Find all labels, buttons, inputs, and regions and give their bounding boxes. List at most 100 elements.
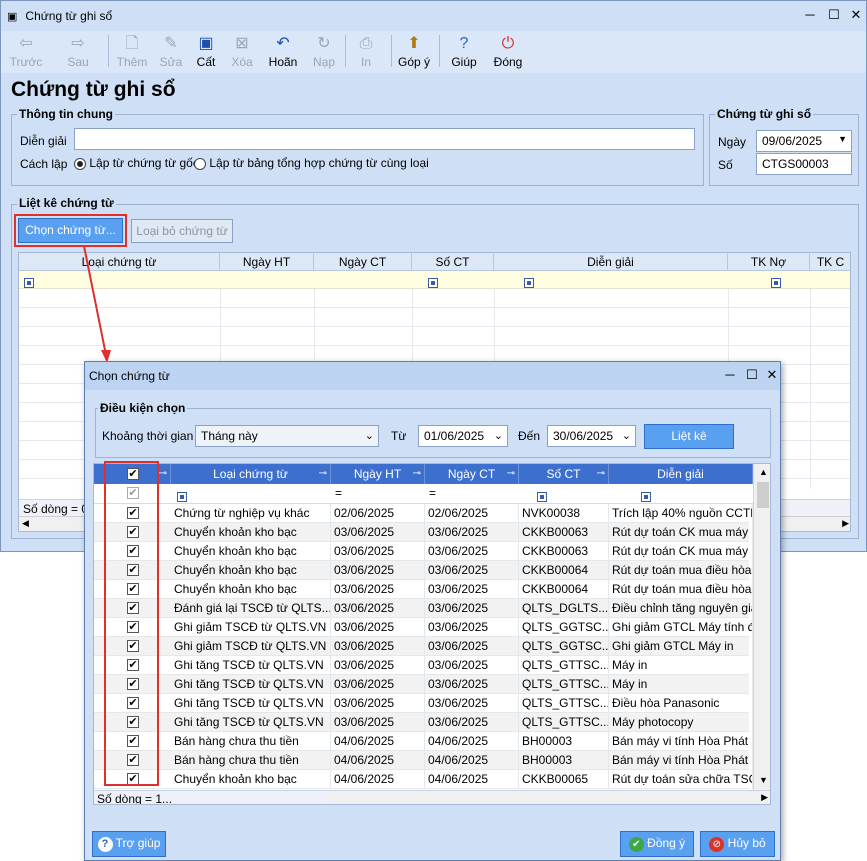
table-row[interactable]: ✔ Ghi giảm TSCĐ từ QLTS.VN 03/06/2025 03/06… [94,618,753,637]
cell-date_ht: 03/06/2025 [331,637,425,656]
cell-date_ht: 03/06/2025 [331,523,425,542]
close-icon[interactable]: ✕ [763,366,781,384]
list-button[interactable]: Liệt kê [644,424,734,449]
from-label: Từ [391,429,407,443]
dialog-title: Chọn chứng từ [89,369,170,383]
col-so-ct[interactable]: Số CT ⊸ [519,464,609,484]
cell-date_ht: 03/06/2025 [331,618,425,637]
table-row[interactable]: ✔ Đánh giá lại TSCĐ từ QLTS... 03/06/2025 0… [94,599,753,618]
scroll-up-icon[interactable]: ▲ [759,467,768,477]
help-button[interactable]: ? Trợ giúp [92,831,166,857]
cell-date_ht: 04/06/2025 [331,732,425,751]
cell-date_ct: 03/06/2025 [425,694,519,713]
cell-date_ct: 03/06/2025 [425,713,519,732]
table-row[interactable]: ✔ Chuyển khoản kho bạc 03/06/2025 03/06/202… [94,580,753,599]
dialog-filter-row[interactable]: ✔ = = [94,484,753,504]
from-date-picker[interactable]: 01/06/2025 ⌄ [418,425,508,447]
cancel-circle-icon: ⊘ [709,837,725,852]
filter-icon[interactable] [640,491,651,502]
cell-date_ht: 03/06/2025 [331,675,425,694]
cell-desc: Ghi giảm GTCL Máy tính để [609,618,753,637]
maximize-icon[interactable]: ☐ [743,366,761,384]
filter-icon[interactable] [177,491,187,502]
cell-no: QLTS_GGTSC... [519,618,609,637]
scroll-thumb[interactable] [757,482,769,508]
cell-date_ct: 02/06/2025 [425,504,519,523]
table-row[interactable]: ✔ Ghi tăng TSCĐ từ QLTS.VN 03/06/2025 03/06… [94,656,753,675]
cell-date_ht: 04/06/2025 [331,770,425,789]
dialog-h-scrollbar[interactable]: ▶ [330,790,770,804]
table-row[interactable]: ✔ Chuyển khoản kho bạc 03/06/2025 03/06/202… [94,542,753,561]
chevron-down-icon: ⌄ [493,430,503,442]
cell-type: Chuyển khoản kho bạc [171,523,331,542]
scroll-down-icon[interactable]: ▼ [759,775,768,785]
table-row[interactable]: ✔ Ghi giảm TSCĐ từ QLTS.VN 03/06/2025 03/06… [94,637,753,656]
table-row[interactable]: ✔ Ghi tăng TSCĐ từ QLTS.VN 03/06/2025 03/06… [94,713,753,732]
table-row[interactable]: ✔ Chứng từ nghiệp vụ khác 02/06/2025 02/06/… [94,504,753,523]
cell-type: Chuyển khoản kho bạc [171,561,331,580]
chevron-down-icon: ⌄ [364,430,374,442]
period-label: Khoảng thời gian [102,429,194,443]
period-select[interactable]: Tháng này ⌄ [195,425,379,447]
equals-icon: = [335,486,343,500]
pin-icon: ⊸ [596,468,605,479]
col-dien-giai[interactable]: Diễn giải [609,464,753,484]
cell-no: QLTS_GTTSC... [519,656,609,675]
scroll-right-icon[interactable]: ▶ [761,792,768,803]
cell-desc: Máy in [609,675,753,694]
cell-desc: Rút dự toán mua điều hòa [609,580,753,599]
filter-icon[interactable] [537,491,548,502]
cell-desc: Ghi giảm GTCL Máy in [609,637,753,656]
table-row[interactable]: ✔ Ghi tăng TSCĐ từ QLTS.VN 03/06/2025 03/06… [94,694,753,713]
ok-button[interactable]: ✔ Đồng ý [620,831,694,857]
cell-type: Ghi giảm TSCĐ từ QLTS.VN [171,637,331,656]
cell-date_ct: 03/06/2025 [425,542,519,561]
table-row[interactable]: ✔ Bán hàng chưa thu tiền 04/06/2025 04/06/2… [94,751,753,770]
cell-no: CKKB00063 [519,523,609,542]
cell-type: Chứng từ nghiệp vụ khác [171,504,331,523]
cell-date_ht: 03/06/2025 [331,694,425,713]
pin-icon: ⊸ [158,468,167,479]
dialog-row-count: Số dòng = 1... [94,790,330,804]
to-label: Đến [518,429,541,443]
cancel-button[interactable]: ⊘ Hủy bỏ [700,831,775,857]
cell-desc: Rút dự toán CK mua máy in [609,542,753,561]
cell-no: QLTS_GGTSC... [519,637,609,656]
table-row[interactable]: ✔ Chuyển khoản kho bạc 03/06/2025 03/06/202… [94,561,753,580]
cell-no: QLTS_GTTSC... [519,713,609,732]
cell-desc: Bán máy vi tính Hòa Phát [609,751,753,770]
cell-no: NVK00038 [519,504,609,523]
check-circle-icon: ✔ [628,837,644,852]
cell-no: QLTS_GTTSC... [519,675,609,694]
cell-desc: Máy photocopy [609,713,753,732]
col-loai-chung-tu[interactable]: Loại chứng từ ⊸ [171,464,331,484]
pin-icon: ⊸ [506,468,515,479]
cell-type: Ghi giảm TSCĐ từ QLTS.VN [171,618,331,637]
table-row[interactable]: ✔ Ghi tăng TSCĐ từ QLTS.VN 03/06/2025 03/06… [94,675,753,694]
vertical-scrollbar[interactable]: ▲ ▼ [753,464,770,790]
minimize-icon[interactable]: ─ [721,366,739,384]
cell-desc: Rút dự toán mua điều hòa [609,561,753,580]
table-row[interactable]: ✔ Chuyển khoản kho bạc 04/06/2025 04/06/202… [94,770,753,789]
table-row[interactable]: ✔ Chuyển khoản kho bạc 03/06/2025 03/06/202… [94,523,753,542]
cell-date_ht: 02/06/2025 [331,504,425,523]
to-date-picker[interactable]: 30/06/2025 ⌄ [547,425,636,447]
col-ngay-ct[interactable]: Ngày CT ⊸ [425,464,519,484]
cell-desc: Rút dự toán CK mua máy in [609,523,753,542]
dialog-voucher-grid: ✔ ⊸ Loại chứng từ ⊸ Ngày HT ⊸ Ngày CT ⊸ Số C… [93,463,771,805]
cell-date_ht: 03/06/2025 [331,656,425,675]
cell-date_ct: 04/06/2025 [425,770,519,789]
cell-no: BH00003 [519,751,609,770]
cell-date_ct: 04/06/2025 [425,751,519,770]
dialog-title-bar: Chọn chứng từ ─ ☐ ✕ [85,362,780,390]
cell-desc: Trích lập 40% nguồn CCTL [609,504,753,523]
cell-type: Ghi tăng TSCĐ từ QLTS.VN [171,694,331,713]
table-row[interactable]: ✔ Bán hàng chưa thu tiền 04/06/2025 04/06/2… [94,732,753,751]
cell-desc: Điều chỉnh tăng nguyên giá [609,599,753,618]
cell-date_ht: 03/06/2025 [331,713,425,732]
col-ngay-ht[interactable]: Ngày HT ⊸ [331,464,425,484]
cell-date_ht: 04/06/2025 [331,751,425,770]
cell-type: Ghi tăng TSCĐ từ QLTS.VN [171,675,331,694]
cell-desc: Rút dự toán sửa chữa TSCĐ [609,770,753,789]
cell-no: CKKB00063 [519,542,609,561]
